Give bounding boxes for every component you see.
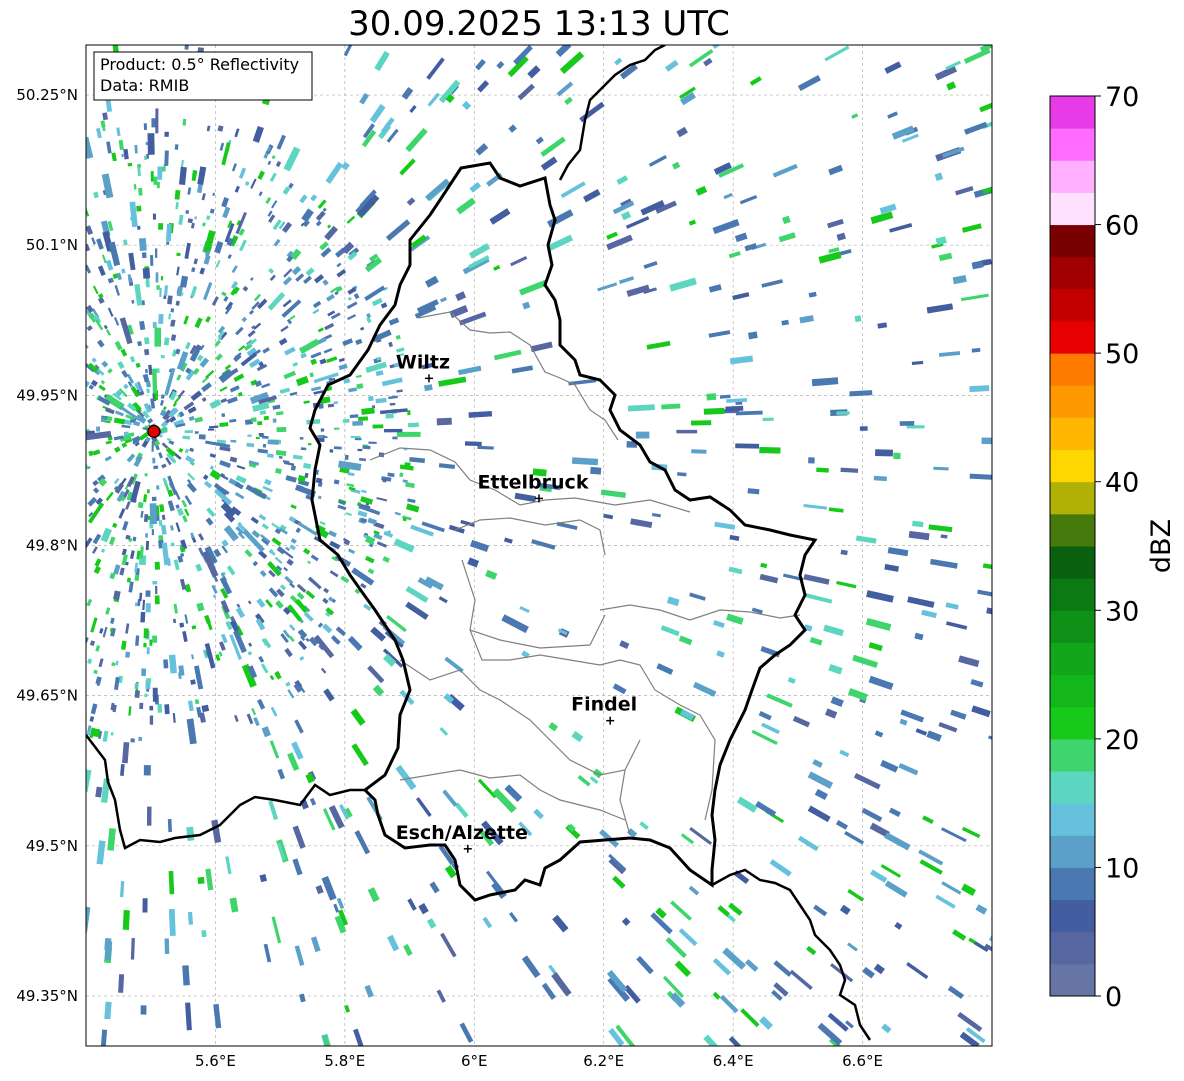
colorbar-tick-label: 20 xyxy=(1105,725,1139,756)
colorbar-tick-label: 40 xyxy=(1105,468,1139,499)
colorbar-tick-label: 30 xyxy=(1105,596,1139,627)
colorbar-block xyxy=(1050,160,1095,193)
colorbar-block xyxy=(1050,321,1095,354)
colorbar-block xyxy=(1050,610,1095,643)
colorbar-block xyxy=(1050,867,1095,901)
colorbar-block xyxy=(1050,353,1095,386)
colorbar: 0 10 20 30 40 50 60 70 dBZ xyxy=(1049,82,1177,1013)
colorbar-tick-label: 10 xyxy=(1105,853,1139,884)
colorbar-block xyxy=(1050,128,1095,161)
colorbar-block xyxy=(1050,899,1095,933)
colorbar-ticks: 0 10 20 30 40 50 60 70 xyxy=(1095,82,1139,1013)
colorbar-block xyxy=(1050,738,1095,772)
colorbar-block xyxy=(1050,706,1095,740)
colorbar-block xyxy=(1050,385,1095,418)
colorbar-block xyxy=(1050,546,1095,579)
colorbar-block xyxy=(1050,224,1095,258)
colorbar-block xyxy=(1050,642,1095,676)
colorbar-block xyxy=(1050,288,1095,322)
colorbar-block xyxy=(1050,256,1095,290)
colorbar-block xyxy=(1050,963,1095,997)
colorbar-block xyxy=(1050,674,1095,708)
colorbar-block xyxy=(1050,96,1095,129)
colorbar-block xyxy=(1050,449,1095,483)
colorbar-block xyxy=(1050,803,1095,836)
colorbar-tick-label: 50 xyxy=(1105,339,1139,370)
colorbar-tick-label: 70 xyxy=(1105,82,1139,113)
colorbar-block xyxy=(1050,481,1095,515)
colorbar-block xyxy=(1050,513,1095,547)
colorbar-block xyxy=(1050,417,1095,451)
colorbar-block xyxy=(1050,835,1095,868)
colorbar-block xyxy=(1050,192,1095,226)
colorbar-label: dBZ xyxy=(1146,519,1177,573)
colorbar-block xyxy=(1050,771,1095,804)
colorbar-block xyxy=(1050,578,1095,611)
colorbar-tick-label: 0 xyxy=(1105,982,1122,1013)
colorbar-tick-label: 60 xyxy=(1105,211,1139,242)
colorbar-blocks xyxy=(1050,96,1095,997)
colorbar-block xyxy=(1050,931,1095,965)
